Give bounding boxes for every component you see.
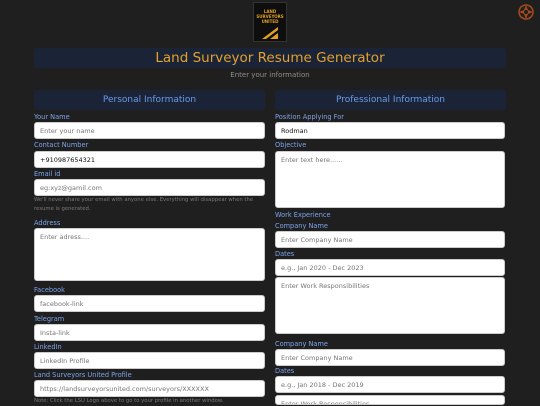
- responsibilities-textarea-2[interactable]: [275, 395, 505, 405]
- name-input[interactable]: [34, 122, 265, 139]
- lsu-logo[interactable]: LAND SURVEYORS UNITED: [253, 2, 287, 42]
- dates-input-1[interactable]: [275, 259, 505, 276]
- dates-label-1: Dates: [275, 250, 295, 258]
- position-input[interactable]: Rodman: [275, 122, 505, 139]
- email-input[interactable]: [34, 179, 265, 196]
- company-label-2: Company Name: [275, 340, 328, 348]
- email-label: Email id: [34, 170, 61, 178]
- professional-info-section: Professional Information: [275, 90, 506, 110]
- telegram-label: Telegram: [34, 315, 65, 323]
- address-textarea[interactable]: [34, 228, 265, 281]
- position-label: Position Applying For: [275, 113, 344, 121]
- linkedin-label: LinkedIn: [34, 343, 62, 351]
- personal-info-heading: Personal Information: [34, 90, 265, 110]
- contact-input[interactable]: +910987654321: [34, 151, 265, 168]
- professional-info-heading: Professional Information: [275, 90, 506, 110]
- linkedin-input[interactable]: [34, 352, 265, 369]
- contact-label: Contact Number: [34, 141, 89, 149]
- address-label: Address: [34, 219, 61, 227]
- company-input-1[interactable]: [275, 231, 505, 248]
- lsu-profile-label: Land Surveyors United Profile: [34, 371, 132, 379]
- page-title: Land Surveyor Resume Generator: [155, 50, 385, 66]
- telegram-input[interactable]: [34, 324, 265, 341]
- dates-label-2: Dates: [275, 367, 295, 375]
- facebook-input[interactable]: [34, 295, 265, 312]
- compass-cross-icon[interactable]: [518, 4, 534, 20]
- logo-text: LAND SURVEYORS UNITED: [256, 9, 284, 24]
- page-subtitle: Enter your information: [230, 71, 310, 79]
- lsu-profile-input[interactable]: [34, 380, 265, 397]
- objective-textarea[interactable]: [275, 151, 505, 208]
- facebook-label: Facebook: [34, 286, 65, 294]
- responsibilities-textarea-1[interactable]: [275, 277, 505, 334]
- page-title-bar: Land Surveyor Resume Generator: [34, 48, 506, 68]
- name-label: Your Name: [34, 113, 70, 121]
- email-privacy-note: We'll never share your email with anyone…: [34, 197, 254, 212]
- dates-input-2[interactable]: [275, 376, 505, 393]
- personal-info-section: Personal Information: [34, 90, 265, 110]
- objective-label: Objective: [275, 141, 307, 149]
- company-label-1: Company Name: [275, 222, 328, 230]
- logo-emblem-icon: [262, 27, 278, 39]
- work-experience-label: Work Experience: [275, 211, 331, 219]
- company-input-2[interactable]: [275, 349, 505, 366]
